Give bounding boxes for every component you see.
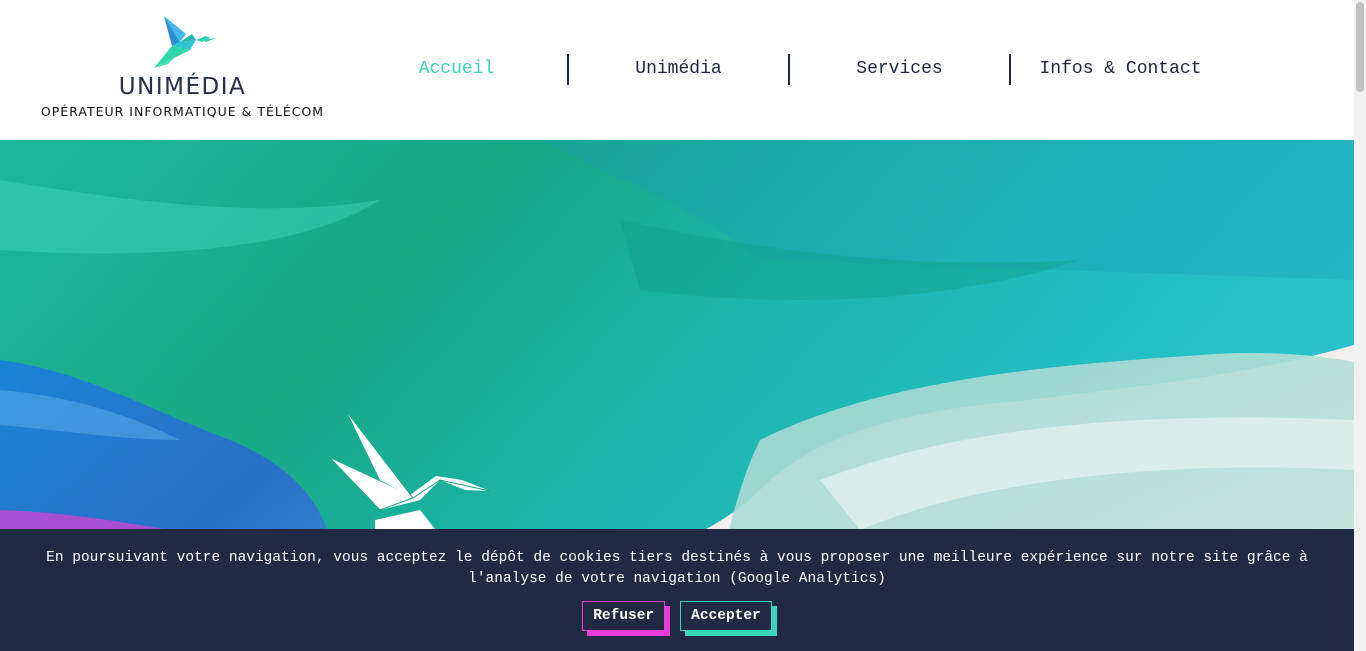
accept-cookies-button[interactable]: Accepter <box>680 601 772 631</box>
cookie-message: En poursuivant votre navigation, vous ac… <box>46 550 1308 587</box>
nav-item-services[interactable]: Services <box>788 54 1009 85</box>
site-header: UNIMÉDIA OPÉRATEUR INFORMATIQUE & TÉLÉCO… <box>0 0 1354 140</box>
cookie-actions: Refuser Accepter <box>0 601 1354 631</box>
nav-item-infos-contact[interactable]: Infos & Contact <box>1009 54 1230 85</box>
logo-tagline: OPÉRATEUR INFORMATIQUE & TÉLÉCOM <box>40 104 325 119</box>
logo-name: UNIMÉDIA <box>118 74 247 100</box>
main-nav: Accueil Unimédia Services Infos & Contac… <box>346 54 1230 85</box>
scrollbar-thumb[interactable] <box>1356 2 1364 92</box>
hummingbird-icon <box>154 16 216 68</box>
nav-item-unimedia[interactable]: Unimédia <box>567 54 788 85</box>
nav-item-accueil[interactable]: Accueil <box>346 54 567 85</box>
page-scrollbar[interactable] <box>1354 0 1366 651</box>
cookie-banner: En poursuivant votre navigation, vous ac… <box>0 529 1354 651</box>
refuse-cookies-button[interactable]: Refuser <box>582 601 666 631</box>
site-logo[interactable]: UNIMÉDIA OPÉRATEUR INFORMATIQUE & TÉLÉCO… <box>30 16 335 126</box>
